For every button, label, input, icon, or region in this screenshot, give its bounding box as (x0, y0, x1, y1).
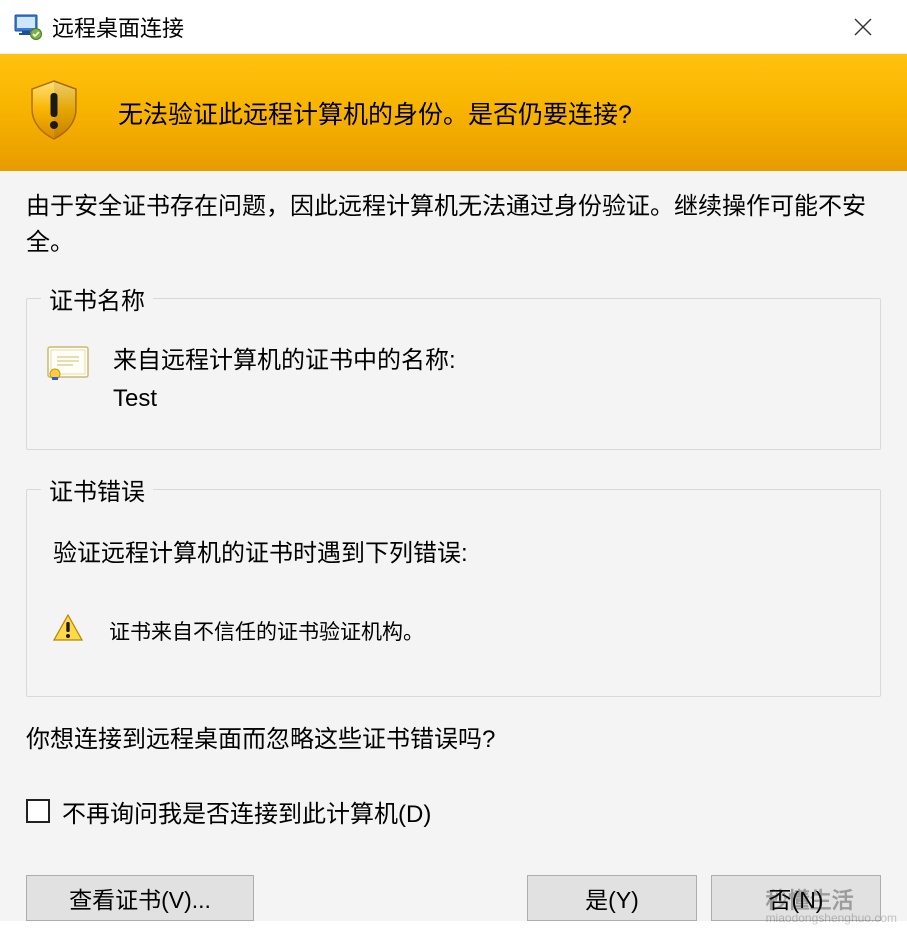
rdp-app-icon (14, 13, 42, 41)
yes-button[interactable]: 是(Y) (527, 875, 697, 921)
cert-error-text: 证书来自不信任的证书验证机构。 (109, 616, 424, 646)
warning-triangle-icon (53, 614, 83, 648)
cert-error-legend: 证书错误 (41, 472, 153, 507)
view-certificate-button[interactable]: 查看证书(V)... (26, 875, 254, 921)
close-button[interactable] (833, 7, 893, 47)
certificate-icon (47, 346, 89, 386)
certificate-name-group: 证书名称 来自远程计算机的证书中的名称: Test (26, 281, 881, 450)
certificate-error-group: 证书错误 验证远程计算机的证书时遇到下列错误: 证书来自不信任的证书验证机构。 (26, 472, 881, 697)
dont-ask-label: 不再询问我是否连接到此计算机(D) (62, 794, 431, 829)
dialog-content: 由于安全证书存在问题，因此远程计算机无法通过身份验证。继续操作可能不安全。 证书… (0, 171, 907, 921)
titlebar: 远程桌面连接 (0, 0, 907, 54)
dont-ask-checkbox-row[interactable]: 不再询问我是否连接到此计算机(D) (26, 794, 881, 829)
shield-warning-icon (28, 79, 80, 147)
close-icon (854, 18, 872, 36)
warning-banner: 无法验证此远程计算机的身份。是否仍要连接? (0, 54, 907, 171)
dont-ask-checkbox[interactable] (26, 799, 50, 823)
no-button[interactable]: 否(N) (711, 875, 881, 921)
cert-name-legend: 证书名称 (41, 281, 153, 316)
cert-error-intro: 验证远程计算机的证书时遇到下列错误: (53, 533, 860, 568)
cert-name-label: 来自远程计算机的证书中的名称: (113, 342, 456, 380)
cert-name-value: Test (113, 380, 456, 418)
banner-heading: 无法验证此远程计算机的身份。是否仍要连接? (118, 95, 632, 131)
connect-prompt: 你想连接到远程桌面而忽略这些证书错误吗? (26, 719, 881, 754)
window-title: 远程桌面连接 (52, 11, 833, 43)
description-text: 由于安全证书存在问题，因此远程计算机无法通过身份验证。继续操作可能不安全。 (26, 189, 881, 261)
button-row: 查看证书(V)... 是(Y) 否(N) (26, 875, 881, 921)
